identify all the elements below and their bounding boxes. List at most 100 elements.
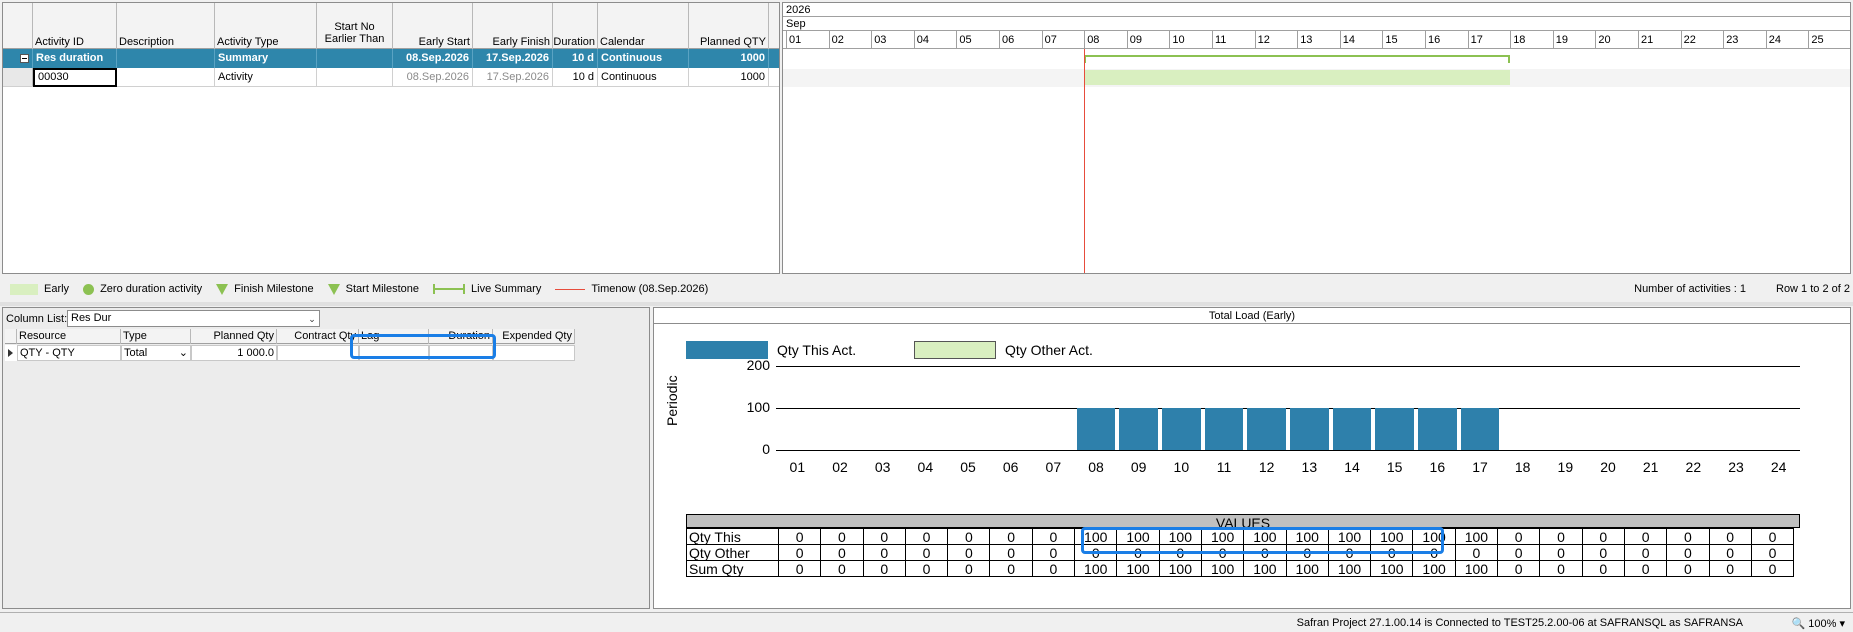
bar-13[interactable] — [1290, 408, 1329, 450]
gridline-0 — [776, 450, 1800, 451]
bar-10[interactable] — [1162, 408, 1201, 450]
total-load-chart-panel: Total Load (Early) Qty This Act. Qty Oth… — [653, 307, 1851, 609]
bar-15[interactable] — [1375, 408, 1414, 450]
chevron-down-icon[interactable]: ⌄ — [307, 314, 317, 324]
value-cell: 0 — [989, 560, 1033, 577]
col-early-start[interactable]: Early Start — [393, 3, 473, 49]
cell-activity-id-editing[interactable]: 00030 — [33, 68, 117, 87]
cell-calendar[interactable]: Continuous — [598, 68, 689, 87]
x-tick-label: 07 — [1045, 459, 1062, 475]
cell-duration[interactable]: 10 d — [553, 68, 598, 87]
x-tick-label: 03 — [874, 459, 891, 475]
chevron-down-icon[interactable]: ▾ — [1839, 618, 1845, 630]
horizontal-splitter[interactable] — [0, 302, 1853, 306]
col-resource[interactable]: Resource — [17, 329, 121, 344]
collapse-icon[interactable] — [20, 54, 29, 63]
cell-planned-qty[interactable]: 1000 — [689, 68, 769, 87]
x-tick-label: 15 — [1386, 459, 1403, 475]
bar-16[interactable] — [1418, 408, 1457, 450]
cell-activity-type[interactable]: Activity — [215, 68, 317, 87]
col-activity-id[interactable]: Activity ID — [33, 3, 117, 49]
bar-12[interactable] — [1247, 408, 1286, 450]
x-tick-label: 02 — [832, 459, 848, 475]
legend-zero-duration: Zero duration activity — [83, 283, 202, 295]
gantt-day-07: 07 — [1041, 31, 1085, 49]
bar-17[interactable] — [1460, 408, 1500, 450]
cell-expended-qty[interactable] — [493, 345, 575, 361]
row-range: Row 1 to 2 of 2 — [1776, 283, 1850, 295]
cell-duration[interactable]: 10 d — [553, 49, 598, 68]
value-cell: 0 — [989, 528, 1033, 545]
timenow-line — [1084, 49, 1086, 273]
col-label: Start No Earlier Than — [324, 21, 385, 45]
cell-start-no-earlier[interactable] — [317, 49, 393, 68]
cell-early-start[interactable]: 08.Sep.2026 — [393, 68, 473, 87]
cell-description[interactable] — [117, 49, 215, 68]
bar-11[interactable] — [1204, 408, 1244, 450]
early-swatch-icon — [10, 283, 38, 295]
cell-description[interactable] — [117, 68, 215, 87]
x-tick-label: 16 — [1429, 459, 1446, 475]
cell-activity-id[interactable]: Res duration — [33, 49, 117, 68]
col-calendar[interactable]: Calendar — [598, 3, 689, 49]
cell-early-finish[interactable]: 17.Sep.2026 — [473, 49, 553, 68]
col-label: Description — [119, 36, 175, 48]
cell-contract-qty[interactable] — [277, 345, 359, 361]
col-type[interactable]: Type — [121, 329, 191, 344]
value-cell: 0 — [904, 560, 949, 577]
value-cell: 100 — [1200, 560, 1245, 577]
col-contract-qty[interactable]: Contract Qty — [277, 329, 359, 344]
cell-type-value: Total — [124, 347, 148, 359]
values-row: Sum Qty 0 0 0 0 0 0 0 100 100 100 100 100 100 100 100 10… — [686, 560, 1795, 577]
value-cell: 0 — [1750, 544, 1795, 561]
cell-early-finish[interactable]: 17.Sep.2026 — [473, 68, 553, 87]
y-tick-label: 200 — [746, 357, 770, 373]
value-cell: 0 — [1623, 560, 1668, 577]
x-tick-label: 24 — [1770, 459, 1787, 475]
zoom-control[interactable]: 🔍 100% ▾ — [1792, 617, 1846, 630]
col-expended-qty[interactable]: Expended Qty — [493, 329, 575, 344]
finish-milestone-icon — [216, 283, 229, 295]
cell-activity-type[interactable]: Summary — [215, 49, 317, 68]
cell-start-no-earlier[interactable] — [317, 68, 393, 87]
bar-09[interactable] — [1119, 408, 1158, 450]
col-planned-qty[interactable]: Planned Qty — [191, 329, 277, 344]
summary-row[interactable]: Res duration Summary 08.Sep.2026 17.Sep.… — [3, 49, 779, 68]
col-duration[interactable]: Duration — [553, 3, 598, 49]
chevron-down-icon[interactable]: ⌄ — [179, 346, 188, 360]
cell-early-start[interactable]: 08.Sep.2026 — [393, 49, 473, 68]
cell-calendar[interactable]: Continuous — [598, 49, 689, 68]
legend-label: Qty Other Act. — [1005, 342, 1093, 358]
cell-resource[interactable]: QTY - QTY — [17, 345, 121, 361]
col-start-no-earlier[interactable]: Start No Earlier Than — [317, 3, 393, 49]
gantt-chart[interactable]: 2026 Sep 01 02 03 04 05 06 07 08 09 10 11 12 13 14 15 1… — [782, 2, 1851, 274]
activity-row[interactable]: 00030 Activity 08.Sep.2026 17.Sep.2026 1… — [3, 68, 779, 87]
x-tick-label: 21 — [1642, 459, 1659, 475]
bar-14[interactable] — [1332, 408, 1372, 450]
value-cell: 0 — [777, 544, 822, 561]
bar-08[interactable] — [1076, 408, 1116, 450]
cell-type[interactable]: Total ⌄ — [121, 345, 191, 361]
timenow-icon — [555, 288, 586, 290]
col-activity-type[interactable]: Activity Type — [215, 3, 317, 49]
value-cell: 0 — [777, 560, 822, 577]
gantt-activity-bar[interactable] — [1084, 70, 1511, 85]
gantt-day-scale: 01 02 03 04 05 06 07 08 09 10 11 12 13 14 15 16 17 18 19 20… — [783, 31, 1850, 49]
row-marker — [3, 68, 33, 86]
value-cell: 0 — [1581, 544, 1625, 561]
col-label: Early Finish — [492, 36, 550, 48]
value-cell: 100 — [1074, 560, 1118, 577]
cell-planned-qty[interactable]: 1000 — [689, 49, 769, 68]
value-cell: 0 — [1539, 528, 1583, 545]
column-list-select[interactable]: Res Dur ⌄ — [67, 310, 320, 327]
col-planned-qty[interactable]: Planned QTY — [689, 3, 769, 49]
value-cell: 0 — [820, 544, 864, 561]
col-description[interactable]: Description — [117, 3, 215, 49]
zoom-value: 100% — [1808, 618, 1837, 630]
cell-planned-qty[interactable]: 1 000.0 — [191, 345, 277, 361]
gantt-month: Sep — [783, 17, 1850, 31]
value-cell: 0 — [1708, 528, 1752, 545]
x-tick-label: 09 — [1130, 459, 1147, 475]
gantt-summary-bar[interactable] — [1084, 55, 1511, 63]
col-early-finish[interactable]: Early Finish — [473, 3, 553, 49]
